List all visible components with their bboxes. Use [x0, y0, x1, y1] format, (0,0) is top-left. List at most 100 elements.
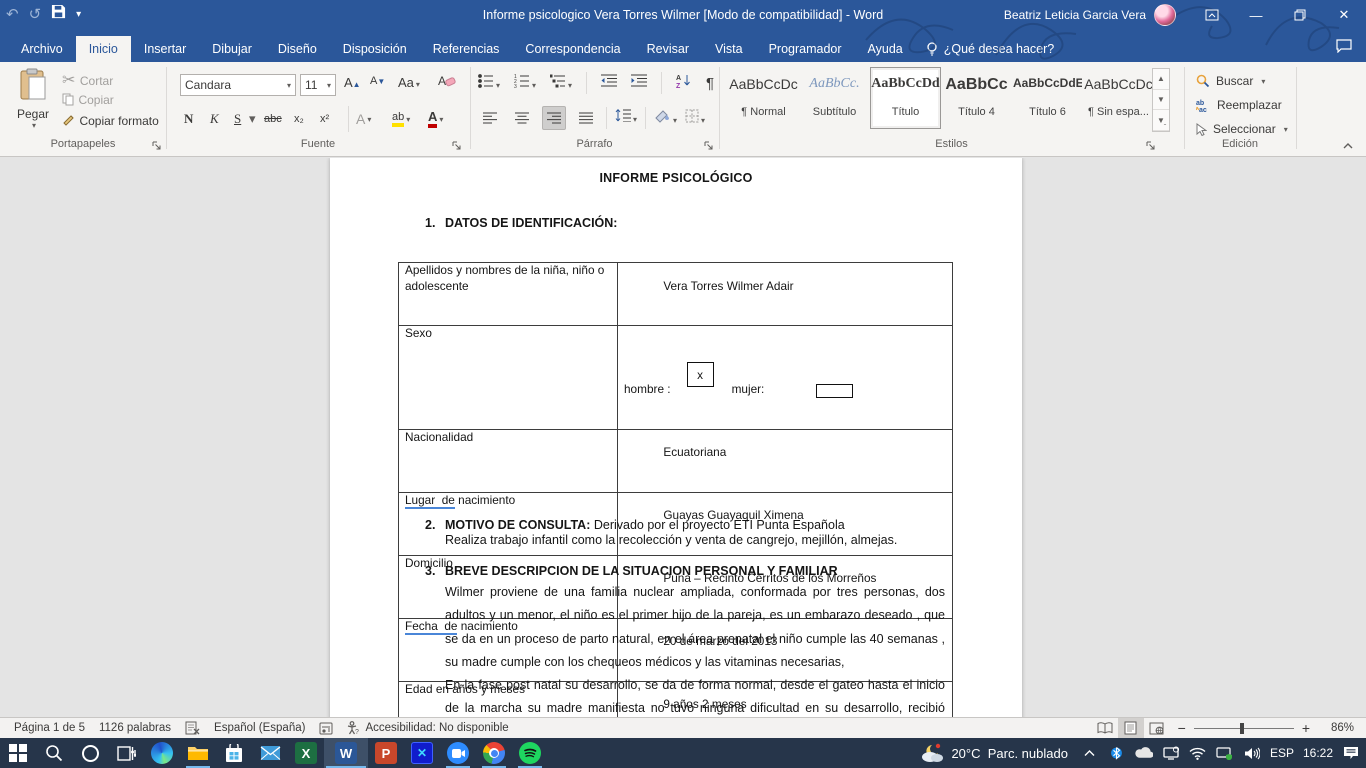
- subscript-button[interactable]: x₂: [294, 107, 304, 131]
- style-card[interactable]: AaBbCcDc ¶ Sin espa...: [1083, 67, 1154, 129]
- minimize-button[interactable]: —: [1234, 0, 1278, 30]
- microsoft-store-icon[interactable]: [216, 738, 252, 768]
- clear-formatting-button[interactable]: A: [438, 73, 456, 94]
- format-painter-button[interactable]: Copiar formato: [62, 112, 159, 130]
- document-page[interactable]: INFORME PSICOLÓGICO 1. DATOS DE IDENTIFI…: [330, 158, 1022, 717]
- volume-icon[interactable]: [1243, 747, 1261, 760]
- style-card[interactable]: AaBbCc. Subtítulo: [799, 67, 870, 129]
- security-device-icon[interactable]: [1216, 747, 1234, 760]
- strikethrough-button[interactable]: abc: [264, 107, 282, 131]
- shrink-font-button[interactable]: A▼: [370, 75, 385, 87]
- highlight-button[interactable]: ab▾: [392, 107, 410, 131]
- zoom-percentage[interactable]: 86%: [1318, 722, 1354, 734]
- macro-record-icon[interactable]: [319, 722, 333, 735]
- zoom-icon[interactable]: [440, 738, 476, 768]
- action-center-icon[interactable]: [1342, 746, 1360, 760]
- onedrive-icon[interactable]: [1135, 747, 1153, 759]
- style-card[interactable]: AaBbCc Título 4: [941, 67, 1012, 129]
- bullets-button[interactable]: ▾: [478, 74, 500, 93]
- language-indicator[interactable]: Español (España): [214, 722, 305, 734]
- align-center-button[interactable]: [510, 106, 534, 130]
- copy-button[interactable]: Copiar: [62, 91, 114, 109]
- accessibility-status[interactable]: ? Accesibilidad: No disponible: [347, 721, 508, 735]
- word-count[interactable]: 1126 palabras: [99, 722, 171, 734]
- bluetooth-icon[interactable]: [1108, 745, 1126, 761]
- account-user-name[interactable]: Beatriz Leticia Garcia Vera: [1004, 8, 1146, 22]
- italic-button[interactable]: K: [210, 107, 219, 131]
- zoom-slider[interactable]: − +: [1178, 720, 1310, 736]
- chrome-icon[interactable]: [476, 738, 512, 768]
- ribbon-tab[interactable]: Disposición: [330, 36, 420, 62]
- comments-icon[interactable]: [1336, 39, 1352, 58]
- tray-expand-icon[interactable]: [1081, 749, 1099, 757]
- page-indicator[interactable]: Página 1 de 5: [14, 722, 85, 734]
- line-spacing-button[interactable]: ▾: [615, 109, 637, 127]
- word-icon[interactable]: W: [324, 738, 368, 768]
- ribbon-tab[interactable]: Correspondencia: [512, 36, 633, 62]
- bold-button[interactable]: N: [184, 107, 193, 131]
- paragraph-marks-button[interactable]: ¶: [706, 75, 714, 92]
- table-row[interactable]: Apellidos y nombres de la niña, niño o a…: [399, 263, 952, 326]
- styles-scroll-up-icon[interactable]: ▲: [1153, 69, 1169, 90]
- mail-icon[interactable]: [252, 738, 288, 768]
- styles-gallery-scroll[interactable]: ▲ ▼ ▼̱: [1152, 68, 1170, 132]
- align-right-button[interactable]: [542, 106, 566, 130]
- avatar[interactable]: [1154, 4, 1176, 26]
- justify-button[interactable]: [574, 106, 598, 130]
- cortana-icon[interactable]: [72, 738, 108, 768]
- borders-button[interactable]: ▾: [685, 109, 705, 128]
- underline-button[interactable]: S: [234, 107, 241, 131]
- multilevel-list-button[interactable]: ▾: [550, 74, 572, 93]
- shading-button[interactable]: ▾: [654, 109, 677, 128]
- wifi-icon[interactable]: [1189, 747, 1207, 760]
- excel-icon[interactable]: X: [288, 738, 324, 768]
- cast-display-icon[interactable]: [1162, 746, 1180, 760]
- find-button[interactable]: Buscar▾: [1196, 70, 1265, 92]
- ribbon-tab[interactable]: Programador: [756, 36, 855, 62]
- restore-button[interactable]: [1278, 0, 1322, 30]
- change-case-button[interactable]: Aa▾: [398, 75, 420, 90]
- zoom-out-icon[interactable]: −: [1178, 720, 1186, 736]
- increase-indent-button[interactable]: [631, 74, 647, 93]
- mujer-checkbox[interactable]: [816, 384, 853, 398]
- ribbon-tab[interactable]: Revisar: [634, 36, 702, 62]
- text-effects-button[interactable]: A▾: [356, 107, 371, 131]
- ribbon-tab[interactable]: Dibujar: [199, 36, 265, 62]
- numbering-button[interactable]: 123▾: [514, 74, 536, 93]
- clock[interactable]: 16:22: [1303, 746, 1333, 760]
- start-button[interactable]: [0, 738, 36, 768]
- web-layout-view-button[interactable]: [1144, 718, 1170, 738]
- clipboard-dialog-launcher[interactable]: [152, 141, 162, 151]
- file-explorer-icon[interactable]: [180, 738, 216, 768]
- task-view-icon[interactable]: [108, 738, 144, 768]
- weather-widget[interactable]: 20°C Parc. nublado: [919, 742, 1068, 764]
- keyboard-language[interactable]: ESP: [1270, 746, 1294, 760]
- powerpoint-icon[interactable]: P: [368, 738, 404, 768]
- style-card[interactable]: AaBbCcDdE Título 6: [1012, 67, 1083, 129]
- font-size-select[interactable]: 11▾: [300, 74, 336, 96]
- paste-dropdown-icon[interactable]: ▾: [12, 121, 56, 130]
- styles-more-icon[interactable]: ▼̱: [1153, 110, 1169, 131]
- decrease-indent-button[interactable]: [601, 74, 617, 93]
- font-family-select[interactable]: Candara▾: [180, 74, 296, 96]
- hombre-checkbox[interactable]: x: [687, 362, 714, 387]
- proofing-errors-icon[interactable]: [185, 721, 200, 735]
- replace-button[interactable]: abac Reemplazar: [1196, 94, 1282, 116]
- zoom-slider-handle[interactable]: [1240, 723, 1244, 734]
- paste-button[interactable]: Pegar ▾: [10, 68, 56, 134]
- zoom-in-icon[interactable]: +: [1302, 720, 1310, 736]
- table-row[interactable]: Sexo hombre : x mujer:: [399, 326, 952, 430]
- read-mode-view-button[interactable]: [1092, 718, 1118, 738]
- font-color-button[interactable]: A▾: [428, 107, 443, 131]
- sort-button[interactable]: AZ: [676, 73, 692, 93]
- blue-arrows-app-icon[interactable]: ✕: [404, 738, 440, 768]
- ribbon-tab[interactable]: Vista: [702, 36, 756, 62]
- styles-scroll-down-icon[interactable]: ▼: [1153, 90, 1169, 111]
- ribbon-tab[interactable]: Ayuda: [855, 36, 916, 62]
- select-button[interactable]: Seleccionar▾: [1196, 118, 1288, 140]
- ribbon-tab[interactable]: Inicio: [76, 36, 131, 62]
- style-card[interactable]: AaBbCcDd Título: [870, 67, 941, 129]
- ribbon-tab[interactable]: Referencias: [420, 36, 513, 62]
- style-card[interactable]: AaBbCcDc ¶ Normal: [728, 67, 799, 129]
- taskbar-search-icon[interactable]: [36, 738, 72, 768]
